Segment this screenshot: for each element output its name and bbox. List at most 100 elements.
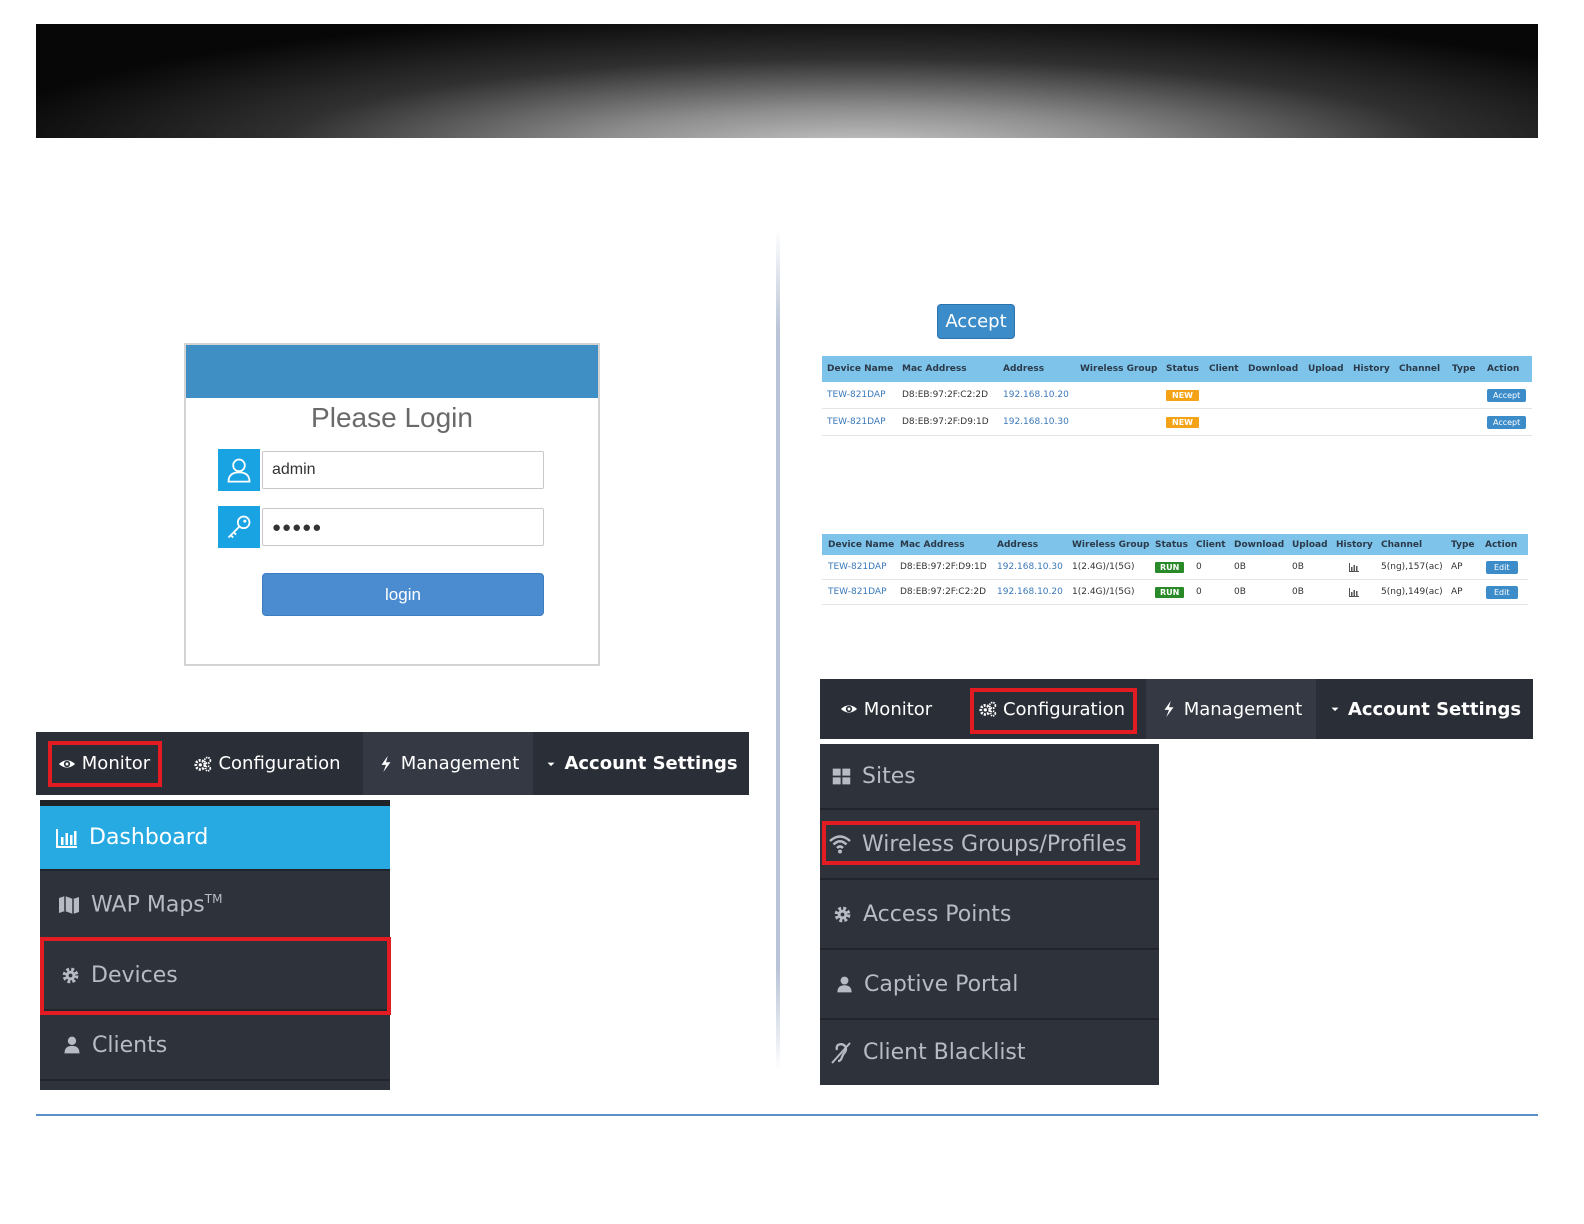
- col-download: Download: [1234, 539, 1285, 550]
- key-icon: [218, 506, 260, 548]
- row-mac: D8:EB:97:2F:D9:1D: [902, 417, 989, 427]
- row-device-name[interactable]: TEW-821DAP: [827, 382, 886, 408]
- row-edit-button[interactable]: Edit: [1486, 560, 1518, 574]
- menu-clients[interactable]: Clients: [40, 1011, 390, 1081]
- col-mac-address: Mac Address: [902, 364, 967, 374]
- row-address[interactable]: 192.168.10.30: [997, 555, 1063, 579]
- user-icon: [835, 975, 854, 994]
- menu-wap-maps[interactable]: WAP MapsTM: [40, 871, 390, 941]
- nav-management[interactable]: Management: [1146, 679, 1316, 739]
- row-channel: 5(ng),149(ac): [1381, 587, 1443, 597]
- nav-management[interactable]: Management: [363, 732, 533, 795]
- col-wireless-group: Wireless Group: [1072, 539, 1150, 550]
- nav-configuration[interactable]: Configuration: [172, 732, 363, 795]
- col-action: Action: [1485, 539, 1518, 550]
- menu-wap-maps-label: WAP MapsTM: [91, 892, 223, 918]
- accept-button[interactable]: Accept: [937, 304, 1015, 339]
- login-panel: Please Login admin ●●●●● login: [184, 343, 600, 666]
- row-download: 0B: [1234, 587, 1246, 597]
- highlight-devices: [40, 937, 391, 1015]
- table-row: TEW-821DAP D8:EB:97:2F:D9:1D 192.168.10.…: [822, 555, 1528, 580]
- bolt-icon: [377, 755, 395, 773]
- login-button[interactable]: login: [262, 573, 544, 616]
- history-chart-icon[interactable]: [1349, 562, 1359, 572]
- status-badge: NEW: [1166, 416, 1199, 428]
- grid-icon: [831, 766, 852, 787]
- table-header: Device Name Mac Address Address Wireless…: [822, 356, 1532, 382]
- menu-dashboard[interactable]: Dashboard: [40, 806, 390, 871]
- menu-captive-portal[interactable]: Captive Portal: [820, 950, 1159, 1020]
- map-icon: [57, 893, 81, 917]
- row-device-name[interactable]: TEW-821DAP: [828, 555, 887, 579]
- col-history: History: [1336, 539, 1373, 550]
- nav-account-settings[interactable]: Account Settings: [1316, 679, 1533, 739]
- table-row: TEW-821DAP D8:EB:97:2F:D9:1D 192.168.10.…: [822, 409, 1532, 436]
- password-row: ●●●●●: [218, 506, 544, 548]
- row-mac: D8:EB:97:2F:D9:1D: [900, 562, 987, 572]
- user-icon: [218, 449, 260, 491]
- col-type: Type: [1451, 539, 1475, 550]
- menu-sites[interactable]: Sites: [820, 744, 1159, 810]
- configuration-menu: Sites Wireless Groups/Profiles Access Po…: [820, 744, 1159, 1085]
- password-input[interactable]: ●●●●●: [262, 508, 544, 546]
- table-header: Device Name Mac Address Address Wireless…: [822, 534, 1528, 555]
- nav-account-settings-label: Account Settings: [1347, 698, 1522, 720]
- row-edit-button[interactable]: Edit: [1486, 585, 1518, 599]
- user-icon: [62, 1035, 82, 1055]
- login-title: Please Login: [311, 402, 473, 433]
- col-channel: Channel: [1399, 364, 1441, 374]
- row-address[interactable]: 192.168.10.30: [1003, 409, 1069, 435]
- menu-dashboard-label: Dashboard: [89, 825, 209, 850]
- col-status: Status: [1166, 364, 1199, 374]
- highlight-monitor: [48, 741, 162, 787]
- col-address: Address: [1003, 364, 1045, 374]
- highlight-configuration: [970, 688, 1137, 734]
- row-upload: 0B: [1292, 587, 1304, 597]
- row-accept-button[interactable]: Accept: [1487, 415, 1527, 429]
- username-row: admin: [218, 449, 544, 491]
- row-device-name[interactable]: TEW-821DAP: [828, 580, 887, 604]
- row-accept-button[interactable]: Accept: [1487, 388, 1527, 402]
- col-type: Type: [1452, 364, 1476, 374]
- row-upload: 0B: [1292, 562, 1304, 572]
- table-row: TEW-821DAP D8:EB:97:2F:C2:2D 192.168.10.…: [822, 580, 1528, 605]
- nav-monitor[interactable]: Monitor: [820, 679, 952, 739]
- blacklist-icon: [829, 1041, 853, 1065]
- menu-access-points-label: Access Points: [863, 901, 1012, 927]
- row-type: AP: [1451, 562, 1463, 572]
- menu-sites-label: Sites: [862, 763, 916, 789]
- row-mac: D8:EB:97:2F:C2:2D: [902, 390, 989, 400]
- table-row: TEW-821DAP D8:EB:97:2F:C2:2D 192.168.10.…: [822, 382, 1532, 409]
- col-address: Address: [997, 539, 1039, 550]
- username-input[interactable]: admin: [262, 451, 544, 489]
- menu-access-points[interactable]: Access Points: [820, 880, 1159, 950]
- row-address[interactable]: 192.168.10.20: [997, 580, 1063, 604]
- col-mac-address: Mac Address: [900, 539, 965, 550]
- row-device-name[interactable]: TEW-821DAP: [827, 409, 886, 435]
- row-channel: 5(ng),157(ac): [1381, 562, 1443, 572]
- col-history: History: [1353, 364, 1390, 374]
- caret-down-icon: [544, 755, 558, 773]
- col-status: Status: [1155, 539, 1188, 550]
- caret-down-icon: [1328, 700, 1342, 718]
- menu-client-blacklist[interactable]: Client Blacklist: [820, 1020, 1159, 1085]
- nav-management-label: Management: [400, 753, 520, 774]
- vertical-divider: [776, 230, 780, 1070]
- bolt-icon: [1160, 700, 1178, 718]
- row-address[interactable]: 192.168.10.20: [1003, 382, 1069, 408]
- row-client: 0: [1196, 587, 1202, 597]
- footer-line: [36, 1114, 1538, 1116]
- col-upload: Upload: [1308, 364, 1344, 374]
- cogs-icon: [194, 755, 212, 773]
- row-mac: D8:EB:97:2F:C2:2D: [900, 587, 987, 597]
- col-action: Action: [1487, 364, 1520, 374]
- bar-chart-icon: [55, 826, 79, 850]
- nav-account-settings[interactable]: Account Settings: [533, 732, 749, 795]
- header-banner: [36, 24, 1538, 138]
- row-download: 0B: [1234, 562, 1246, 572]
- col-upload: Upload: [1292, 539, 1328, 550]
- nav-account-settings-label: Account Settings: [564, 753, 738, 774]
- history-chart-icon[interactable]: [1349, 587, 1359, 597]
- col-client: Client: [1196, 539, 1226, 550]
- status-badge: RUN: [1155, 586, 1185, 598]
